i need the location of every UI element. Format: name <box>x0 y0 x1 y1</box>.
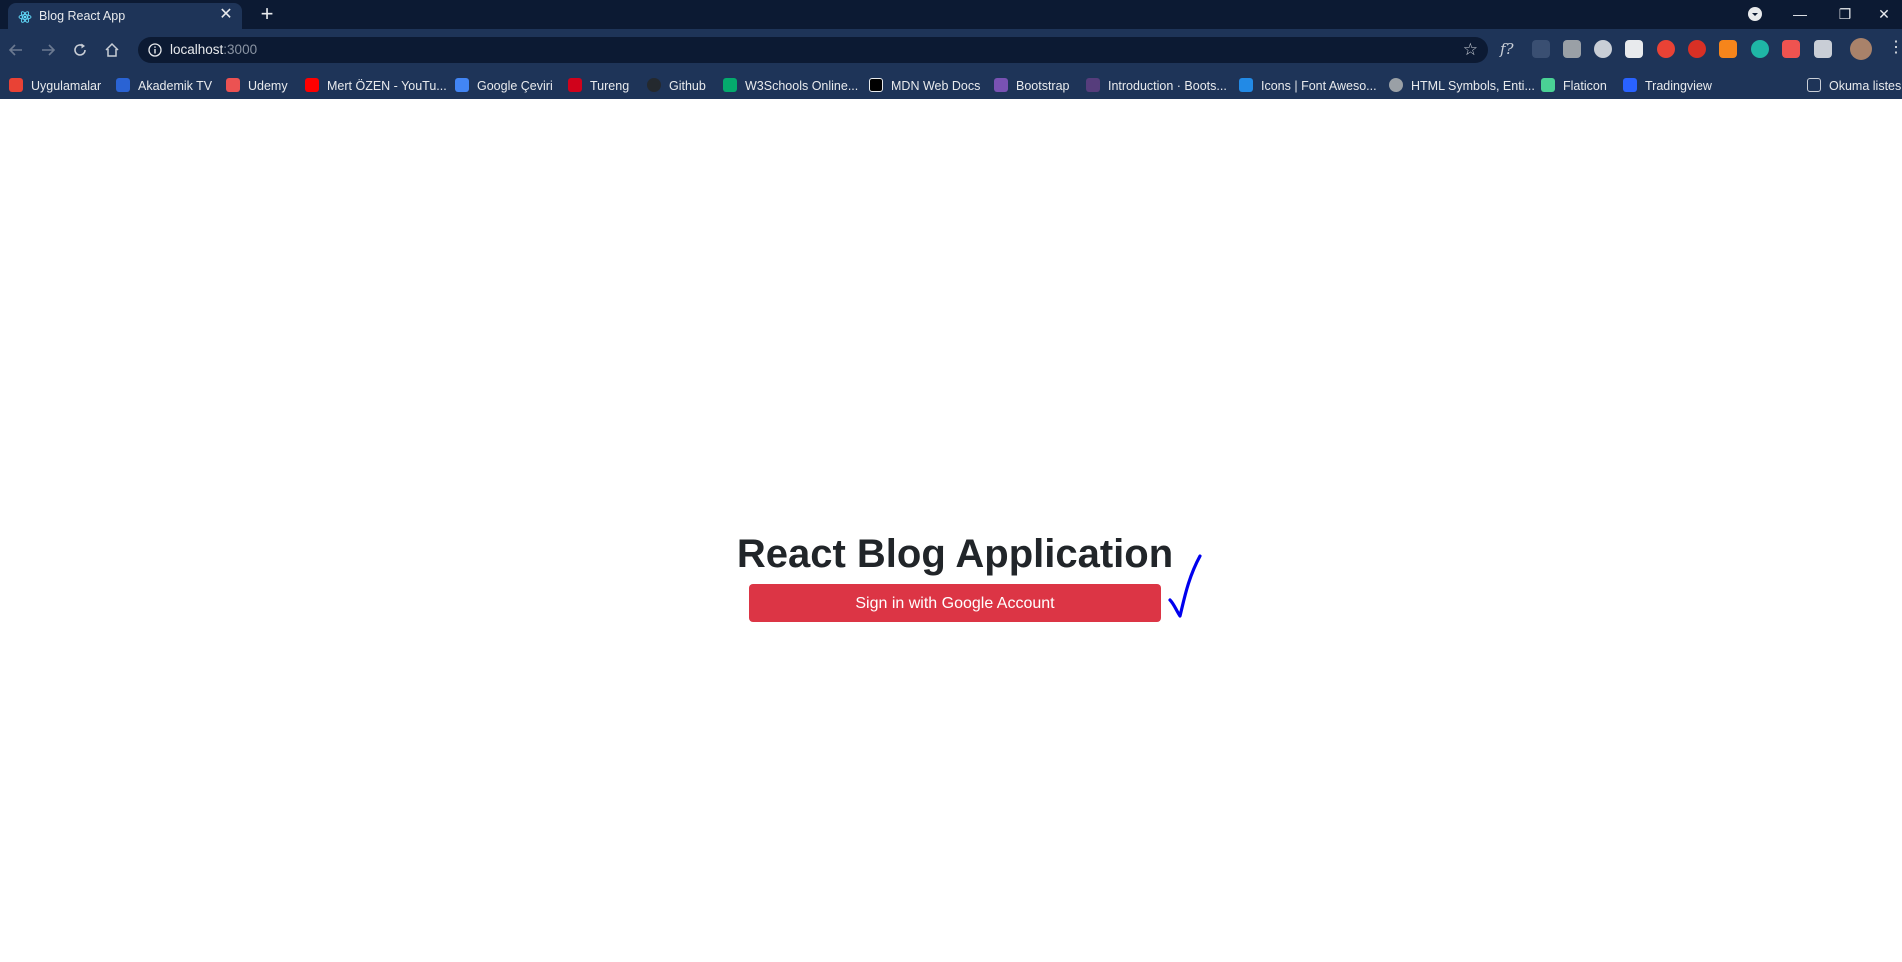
home-button[interactable] <box>100 38 124 62</box>
new-tab-button[interactable]: + <box>257 3 277 25</box>
browser-tab[interactable]: Blog React App ✕ <box>8 3 242 29</box>
bookmarks-bar: Uygulamalar Akademik TV Udemy Mert ÖZEN … <box>0 71 1902 99</box>
shield-extension-icon[interactable] <box>1688 40 1706 58</box>
bookmark-font-awesome[interactable]: Icons | Font Aweso... <box>1239 78 1377 94</box>
bookmark-youtube[interactable]: Mert ÖZEN - YouTu... <box>305 78 447 94</box>
tab-title: Blog React App <box>39 9 126 23</box>
youtube-icon <box>305 78 319 92</box>
font-awesome-icon <box>1239 78 1253 92</box>
back-button[interactable] <box>4 38 28 62</box>
arrow-right-icon <box>42 44 56 56</box>
ruler-extension-icon[interactable] <box>1532 40 1550 58</box>
camera-extension-icon[interactable] <box>1563 40 1581 58</box>
bookmark-star-icon[interactable]: ☆ <box>1463 40 1478 60</box>
tradingview-icon <box>1623 78 1637 92</box>
url-text: localhost:3000 <box>170 42 257 57</box>
checkmark-annotation-icon <box>1168 554 1202 618</box>
gear-extension-icon[interactable] <box>1594 40 1612 58</box>
forward-button[interactable] <box>36 38 60 62</box>
react-logo-icon <box>18 11 32 23</box>
home-icon <box>105 42 119 57</box>
bookmark-udemy[interactable]: Udemy <box>226 78 288 94</box>
flaticon-icon <box>1541 78 1555 92</box>
github-icon <box>647 78 661 92</box>
restore-button[interactable]: ❐ <box>1827 2 1863 26</box>
bookmark-akademik-tv[interactable]: Akademik TV <box>116 78 212 94</box>
bookmark-uygulamalar[interactable]: Uygulamalar <box>9 78 101 94</box>
code-extension-icon[interactable] <box>1751 40 1769 58</box>
tab-close-icon[interactable]: ✕ <box>218 7 234 23</box>
bookmark-tradingview[interactable]: Tradingview <box>1623 78 1712 94</box>
arrow-left-icon <box>8 44 22 56</box>
bootstrap-docs-icon <box>1086 78 1100 92</box>
bookmark-bootstrap[interactable]: Bootstrap <box>994 78 1070 94</box>
page-title: React Blog Application <box>736 532 1174 576</box>
akademik-tv-icon <box>116 78 130 92</box>
video-extension-icon[interactable] <box>1782 40 1800 58</box>
pen-extension-icon[interactable] <box>1625 40 1643 58</box>
address-bar[interactable]: localhost:3000 ☆ <box>138 37 1488 63</box>
bookmark-flaticon[interactable]: Flaticon <box>1541 78 1607 94</box>
minimize-button[interactable]: — <box>1782 2 1818 26</box>
bootstrap-icon <box>994 78 1008 92</box>
reading-list-icon <box>1807 78 1821 92</box>
info-icon[interactable] <box>148 43 162 57</box>
bookmark-google-ceviri[interactable]: Google Çeviri <box>455 78 553 94</box>
tureng-icon <box>568 78 582 92</box>
apps-grid-icon <box>9 78 23 92</box>
cloud-extension-icon[interactable] <box>1657 40 1675 58</box>
url-host: localhost <box>170 42 224 57</box>
bookmark-html-symbols[interactable]: HTML Symbols, Enti... <box>1389 78 1535 94</box>
reload-icon <box>74 43 86 56</box>
more-menu-icon[interactable]: ⋮ <box>1888 40 1902 58</box>
page-content: React Blog Application Sign in with Goog… <box>0 99 1902 962</box>
reading-list[interactable]: Okuma listesi <box>1807 78 1902 94</box>
mdn-icon <box>869 78 883 92</box>
globe-icon <box>1389 78 1403 92</box>
w3schools-icon <box>723 78 737 92</box>
udemy-icon <box>226 78 240 92</box>
close-window-button[interactable]: ✕ <box>1866 2 1902 26</box>
google-signin-button[interactable]: Sign in with Google Account <box>749 584 1161 622</box>
bookmark-w3schools[interactable]: W3Schools Online... <box>723 78 858 94</box>
bookmark-bootstrap-docs[interactable]: Introduction · Boots... <box>1086 78 1227 94</box>
puzzle-extensions-icon[interactable] <box>1814 40 1832 58</box>
metamask-extension-icon[interactable] <box>1719 40 1737 58</box>
bookmark-github[interactable]: Github <box>647 78 706 94</box>
tab-strip: Blog React App ✕ + — ❐ ✕ <box>0 0 1902 29</box>
google-translate-icon <box>455 78 469 92</box>
formula-extension-icon[interactable]: f? <box>1500 40 1518 58</box>
bookmark-mdn[interactable]: MDN Web Docs <box>869 78 980 94</box>
profile-avatar[interactable] <box>1850 38 1872 60</box>
tab-search-icon[interactable] <box>1737 2 1773 26</box>
url-port: :3000 <box>223 42 258 57</box>
bookmark-tureng[interactable]: Tureng <box>568 78 629 94</box>
reload-button[interactable] <box>68 38 92 62</box>
